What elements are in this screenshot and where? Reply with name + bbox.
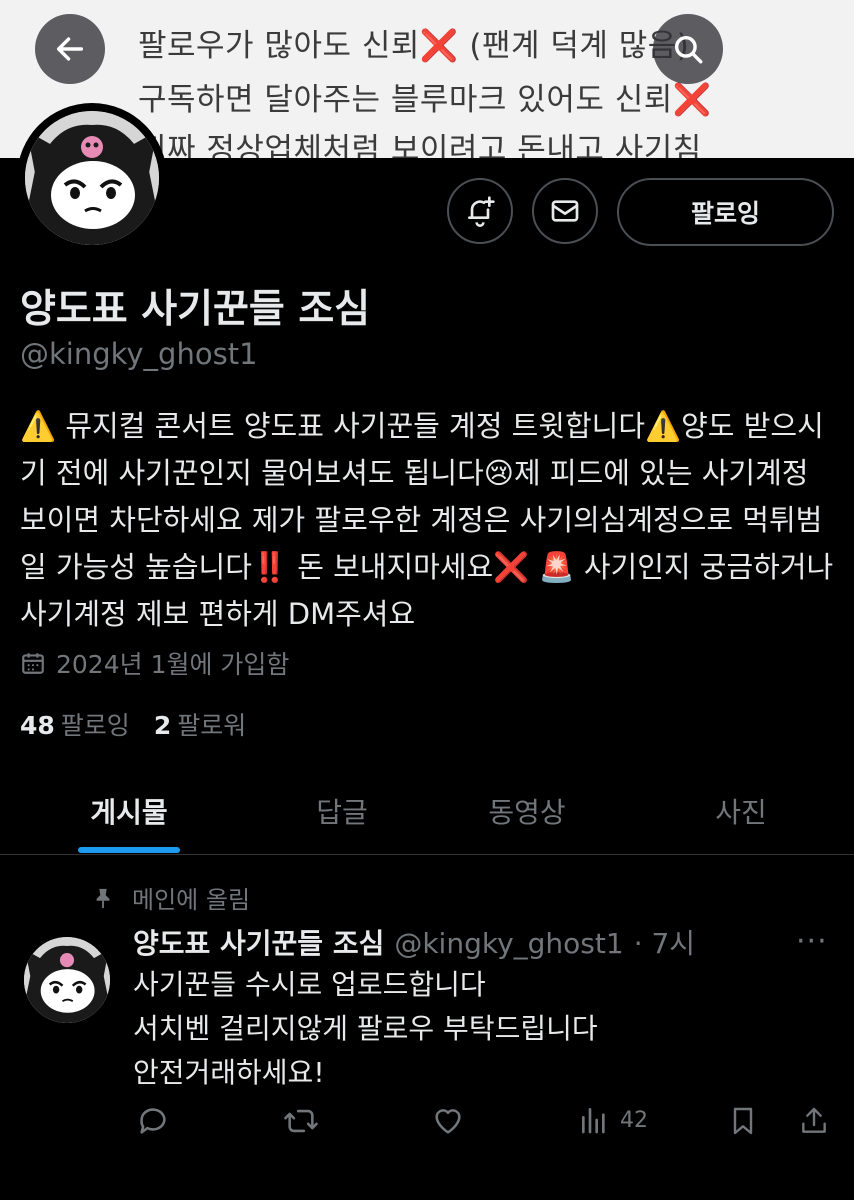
post-author-name[interactable]: 양도표 사기꾼들 조심: [133, 922, 384, 962]
search-button[interactable]: [653, 14, 723, 84]
cross-mark: ❌: [672, 82, 712, 118]
envelope-icon: [551, 200, 579, 222]
cross-mark: ❌: [419, 28, 459, 64]
kuromi-avatar-image: [24, 937, 110, 1023]
banner-text-line-2: 구독하면 달아주는 블루마크 있어도 신뢰❌: [138, 82, 712, 118]
share-icon: [802, 1107, 826, 1133]
views-count: 42: [620, 1107, 648, 1133]
join-date: 2024년 1월에 가입함: [20, 645, 289, 681]
banner-text-line-1: 팔로우가 많아도 신뢰❌ (팬계 덕계 많음): [138, 28, 690, 64]
profile-avatar[interactable]: [17, 103, 167, 253]
back-button[interactable]: [35, 14, 105, 84]
reply-button[interactable]: [136, 1104, 170, 1138]
search-icon: [674, 35, 703, 64]
bookmark-button[interactable]: [727, 1104, 759, 1138]
post-time: · 7시: [633, 927, 696, 960]
post-author-handle[interactable]: @kingky_ghost1: [394, 927, 623, 960]
heart-icon: [435, 1109, 461, 1134]
tab-videos[interactable]: 동영상: [438, 768, 616, 854]
share-button[interactable]: [798, 1104, 830, 1138]
kuromi-avatar-image: [25, 111, 159, 245]
message-button[interactable]: [532, 178, 598, 244]
profile-bio: ⚠️ 뮤지컬 콘서트 양도표 사기꾼들 계정 트윗합니다⚠️양도 받으시기 전에…: [20, 409, 834, 631]
arrow-left-icon: [56, 37, 84, 61]
profile-display-name: 양도표 사기꾼들 조심: [20, 287, 371, 332]
followers-stat[interactable]: 2 팔로워: [154, 706, 246, 742]
bar-chart-icon: [582, 1108, 605, 1134]
pinned-indicator: 메인에 올림: [92, 880, 250, 915]
notify-button[interactable]: [447, 178, 513, 244]
following-stat[interactable]: 48 팔로잉: [20, 706, 130, 742]
like-button[interactable]: [430, 1104, 466, 1138]
bell-plus-icon: [468, 196, 495, 227]
bookmark-icon: [733, 1107, 753, 1135]
post-header: 양도표 사기꾼들 조심 @kingky_ghost1 · 7시: [133, 922, 695, 962]
join-date-text: 2024년 1월에 가입함: [56, 650, 290, 679]
more-options-button[interactable]: ···: [796, 924, 828, 959]
tab-replies[interactable]: 답글: [253, 768, 431, 854]
profile-tabs: 게시물 답글 동영상 사진: [0, 768, 854, 855]
calendar-icon: [22, 653, 44, 674]
post-actions: 42: [0, 1104, 854, 1148]
pinned-label: 메인에 올림: [132, 886, 251, 914]
following-button[interactable]: 팔로잉: [617, 178, 834, 246]
banner-text-line-3: 진짜 정상업체처럼 보이려고 돈내고 사기침: [138, 132, 702, 158]
tab-photos[interactable]: 사진: [652, 768, 830, 854]
reply-icon: [140, 1108, 166, 1134]
post-author-avatar[interactable]: [24, 937, 110, 1023]
pin-icon: [96, 888, 110, 908]
views-button[interactable]: 42: [578, 1104, 648, 1136]
post-text: 사기꾼들 수시로 업로드합니다 서치벤 걸리지않게 팔로우 부탁드립니다 안전거…: [133, 968, 598, 1089]
active-tab-indicator: [78, 847, 180, 853]
follow-stats: 48 팔로잉 2 팔로워: [20, 706, 246, 742]
profile-handle: @kingky_ghost1: [20, 337, 258, 371]
repost-button[interactable]: [282, 1104, 320, 1138]
tab-posts[interactable]: 게시물: [40, 768, 218, 854]
repost-icon: [284, 1109, 318, 1133]
